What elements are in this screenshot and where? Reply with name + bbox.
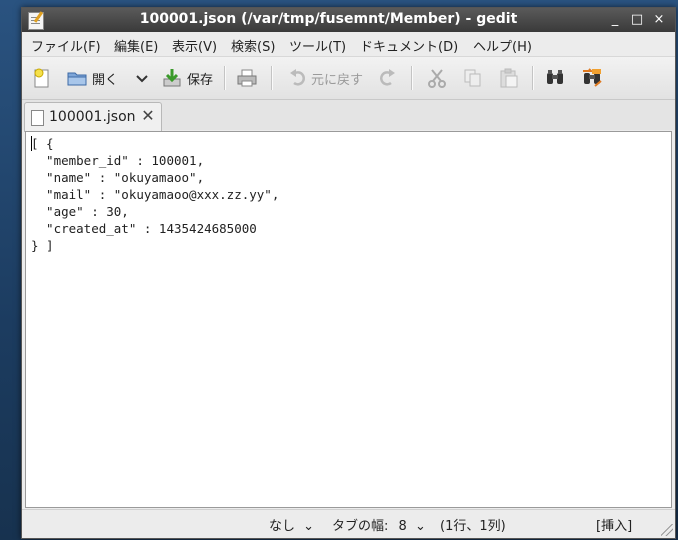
cursor-position: (1行、1列) [440, 519, 506, 534]
language-selector[interactable]: なし ⌄ [269, 515, 314, 534]
insert-mode-indicator: [挿入] [596, 519, 633, 534]
toolbar-separator [532, 66, 534, 90]
find-replace-button[interactable] [581, 64, 603, 92]
maximize-button[interactable]: □ [628, 11, 646, 29]
undo-button[interactable]: 元に戻す [287, 64, 363, 92]
resize-grip[interactable] [661, 524, 673, 536]
undo-icon [287, 67, 309, 89]
toolbar-separator [224, 66, 226, 90]
tab-100001-json[interactable]: 100001.json ✕ [24, 102, 162, 132]
save-label: 保存 [187, 72, 214, 88]
menu-help[interactable]: ヘルプ(H) [473, 36, 532, 55]
copy-button[interactable] [462, 64, 484, 92]
binoculars-icon [544, 67, 566, 89]
new-document-button[interactable] [31, 64, 53, 92]
title-bar[interactable]: 100001.json (/var/tmp/fusemnt/Member) - … [22, 8, 675, 32]
toolbar-separator [271, 66, 273, 90]
menu-search[interactable]: 検索(S) [231, 36, 275, 55]
close-button[interactable]: × [650, 11, 668, 29]
folder-open-icon [66, 67, 88, 89]
save-button[interactable]: 保存 [161, 64, 213, 92]
open-label: 開く [92, 72, 119, 88]
paste-button[interactable] [498, 64, 520, 92]
chevron-down-icon [131, 67, 153, 89]
document-content[interactable]: [ { "member_id" : 100001, "name" : "okuy… [31, 135, 279, 254]
cut-button[interactable] [426, 64, 448, 92]
redo-icon [376, 67, 398, 89]
menu-tools[interactable]: ツール(T) [289, 36, 346, 55]
menu-edit[interactable]: 編集(E) [114, 36, 158, 55]
tab-width-label: タブの幅: [332, 519, 389, 534]
redo-button[interactable] [376, 64, 398, 92]
status-bar: なし ⌄ タブの幅: 8 ⌄ (1行、1列) [挿入] [22, 509, 675, 538]
tab-width-selector[interactable]: タブの幅: 8 ⌄ [332, 515, 426, 534]
toolbar: 開く 保存 元に戻す [22, 57, 675, 100]
scissors-icon [426, 67, 448, 89]
menu-documents[interactable]: ドキュメント(D) [360, 36, 458, 55]
printer-icon [236, 67, 258, 89]
toolbar-separator [411, 66, 413, 90]
tab-close-button[interactable]: ✕ [139, 107, 157, 125]
menu-bar: ファイル(F) 編集(E) 表示(V) 検索(S) ツール(T) ドキュメント(… [22, 32, 675, 57]
paste-icon [498, 67, 520, 89]
print-button[interactable] [236, 64, 258, 92]
new-document-icon [31, 67, 53, 89]
text-editor-area[interactable]: [ { "member_id" : 100001, "name" : "okuy… [25, 131, 672, 508]
find-button[interactable] [544, 64, 566, 92]
undo-label: 元に戻す [311, 72, 364, 88]
menu-view[interactable]: 表示(V) [172, 36, 217, 55]
tab-label: 100001.json [49, 109, 136, 125]
chevron-down-icon: ⌄ [303, 519, 315, 534]
language-label: なし [269, 519, 296, 534]
minimize-button[interactable]: _ [606, 11, 624, 29]
find-replace-icon [581, 67, 603, 89]
open-button[interactable]: 開く [66, 64, 118, 92]
menu-file[interactable]: ファイル(F) [31, 36, 101, 55]
chevron-down-icon: ⌄ [414, 519, 426, 534]
copy-icon [462, 67, 484, 89]
save-icon [161, 67, 183, 89]
window-title: 100001.json (/var/tmp/fusemnt/Member) - … [139, 11, 518, 27]
gedit-window: 100001.json (/var/tmp/fusemnt/Member) - … [21, 7, 676, 539]
document-tab-bar: 100001.json ✕ [22, 100, 675, 132]
text-editor-icon [28, 12, 44, 30]
tab-width-value: 8 [398, 519, 407, 534]
document-icon [31, 110, 44, 126]
open-recent-dropdown[interactable] [131, 64, 153, 92]
